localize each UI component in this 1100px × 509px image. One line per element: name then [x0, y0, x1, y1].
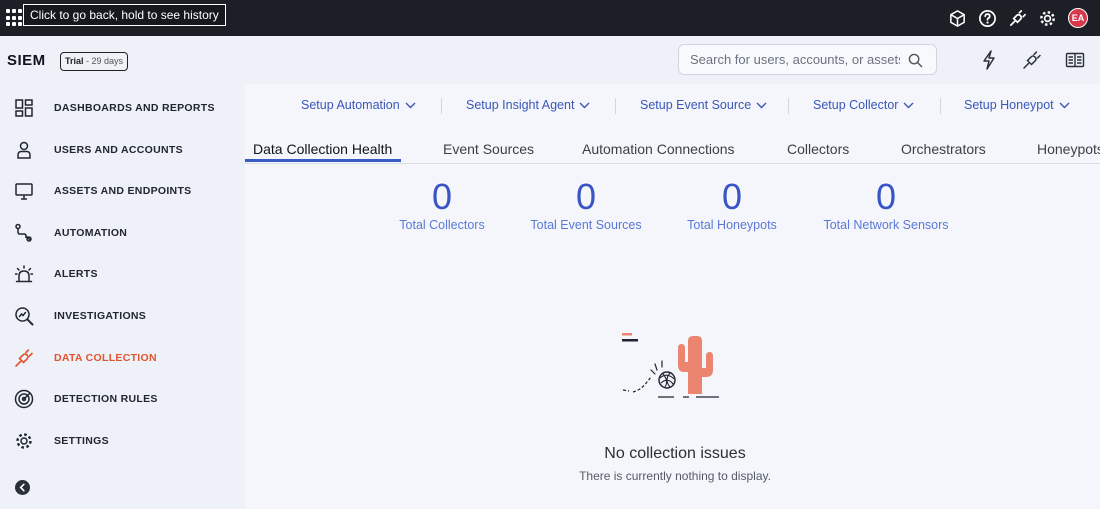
help-icon[interactable]	[978, 9, 997, 28]
active-tab-indicator	[245, 159, 401, 162]
chevron-down-icon	[903, 102, 914, 108]
top-bar: Click to go back, hold to see history EA	[0, 0, 1100, 36]
sidebar-item-label: DETECTION RULES	[54, 393, 158, 405]
sidebar-item-label: ALERTS	[54, 268, 98, 280]
cactus-tumbleweed-illustration	[622, 333, 719, 398]
setup-insight-agent-dropdown[interactable]: Setup Insight Agent	[466, 98, 590, 112]
apps-grid-icon[interactable]	[6, 9, 24, 27]
sidebar-item-investigations[interactable]: INVESTIGATIONS	[0, 298, 245, 334]
stat-total-honeypots[interactable]: 0 Total Honeypots	[682, 176, 782, 233]
sidebar-item-label: AUTOMATION	[54, 227, 128, 239]
trial-badge: Trial - 29 days	[60, 52, 129, 71]
plug-icon[interactable]	[1008, 9, 1027, 28]
lightning-icon[interactable]	[978, 49, 1000, 71]
chevron-down-icon	[579, 102, 590, 108]
alarm-icon	[14, 265, 34, 283]
divider	[940, 98, 941, 114]
stat-label: Total Network Sensors	[823, 218, 949, 232]
setup-link-label: Setup Event Source	[640, 98, 752, 112]
sidebar-item-settings[interactable]: SETTINGS	[0, 423, 245, 459]
divider	[441, 98, 442, 114]
stat-total-event-sources[interactable]: 0 Total Event Sources	[526, 176, 646, 233]
tab-honeypots[interactable]: Honeypots	[1037, 141, 1100, 157]
divider	[615, 98, 616, 114]
setup-honeypot-dropdown[interactable]: Setup Honeypot	[964, 98, 1070, 112]
sidebar-item-assets[interactable]: ASSETS AND ENDPOINTS	[0, 173, 245, 209]
chevron-left-icon	[19, 483, 25, 492]
gear-icon	[16, 433, 32, 449]
sidebar-item-alerts[interactable]: ALERTS	[0, 256, 245, 292]
tab-collectors[interactable]: Collectors	[787, 141, 849, 157]
tab-data-collection-health[interactable]: Data Collection Health	[253, 141, 392, 157]
app-header: SIEM Trial - 29 days	[0, 36, 1100, 84]
sidebar-item-detection-rules[interactable]: DETECTION RULES	[0, 381, 245, 417]
setup-link-label: Setup Collector	[813, 98, 899, 112]
automation-icon	[15, 223, 32, 242]
chevron-down-icon	[1059, 102, 1070, 108]
sidebar-item-label: DATA COLLECTION	[54, 352, 157, 364]
tab-bar: Data Collection Health Event Sources Aut…	[245, 126, 1100, 164]
sidebar-item-label: ASSETS AND ENDPOINTS	[54, 185, 192, 197]
monitor-icon	[15, 183, 33, 200]
sidebar-item-automation[interactable]: AUTOMATION	[0, 215, 245, 251]
setup-collector-dropdown[interactable]: Setup Collector	[813, 98, 914, 112]
sidebar: DASHBOARDS AND REPORTS USERS AND ACCOUNT…	[0, 84, 245, 509]
stat-value: 0	[721, 176, 743, 217]
setup-link-label: Setup Automation	[301, 98, 400, 112]
chevron-down-icon	[405, 102, 416, 108]
stat-label: Total Collectors	[399, 218, 485, 232]
tab-automation-connections[interactable]: Automation Connections	[582, 141, 735, 157]
user-avatar[interactable]: EA	[1068, 8, 1088, 28]
product-name: SIEM	[7, 52, 46, 69]
tab-event-sources[interactable]: Event Sources	[443, 141, 534, 157]
stat-value: 0	[431, 176, 453, 217]
setup-link-label: Setup Insight Agent	[466, 98, 575, 112]
sidebar-item-users[interactable]: USERS AND ACCOUNTS	[0, 132, 245, 168]
back-tooltip: Click to go back, hold to see history	[23, 4, 226, 26]
radar-icon	[14, 389, 34, 409]
sidebar-item-label: SETTINGS	[54, 435, 109, 447]
stat-total-network-sensors[interactable]: 0 Total Network Sensors	[818, 176, 954, 233]
sidebar-item-label: DASHBOARDS AND REPORTS	[54, 102, 215, 114]
collapse-sidebar-button[interactable]	[15, 480, 30, 495]
search-input[interactable]	[690, 45, 900, 74]
book-icon[interactable]	[1064, 49, 1086, 71]
tab-orchestrators[interactable]: Orchestrators	[901, 141, 986, 157]
sidebar-item-dashboards[interactable]: DASHBOARDS AND REPORTS	[0, 90, 245, 126]
sidebar-item-label: INVESTIGATIONS	[54, 310, 147, 322]
stat-total-collectors[interactable]: 0 Total Collectors	[392, 176, 492, 233]
trial-days: - 29 days	[86, 56, 124, 66]
empty-state-title: No collection issues	[604, 445, 746, 462]
sidebar-item-data-collection[interactable]: DATA COLLECTION	[0, 340, 245, 376]
dashboard-icon	[15, 99, 33, 117]
user-icon	[17, 141, 31, 159]
stat-value: 0	[575, 176, 597, 217]
setup-automation-dropdown[interactable]: Setup Automation	[301, 98, 416, 112]
setup-event-source-dropdown[interactable]: Setup Event Source	[640, 98, 767, 112]
stat-label: Total Event Sources	[530, 218, 642, 232]
cube-icon[interactable]	[948, 9, 967, 28]
search-box[interactable]	[678, 44, 937, 75]
search-icon[interactable]	[908, 53, 923, 68]
setup-bar: Setup Automation Setup Insight Agent Set…	[245, 84, 1100, 126]
setup-link-label: Setup Honeypot	[964, 98, 1054, 112]
plug-outline-icon[interactable]	[1021, 49, 1043, 71]
gear-icon[interactable]	[1038, 9, 1057, 28]
empty-state-subtitle: There is currently nothing to display.	[579, 469, 771, 483]
stat-label: Total Honeypots	[687, 218, 777, 232]
divider	[788, 98, 789, 114]
chevron-down-icon	[756, 102, 767, 108]
sidebar-item-label: USERS AND ACCOUNTS	[54, 144, 183, 156]
investigation-icon	[15, 307, 34, 326]
stat-value: 0	[875, 176, 897, 217]
plug-icon	[15, 349, 33, 367]
trial-label: Trial	[65, 56, 84, 66]
